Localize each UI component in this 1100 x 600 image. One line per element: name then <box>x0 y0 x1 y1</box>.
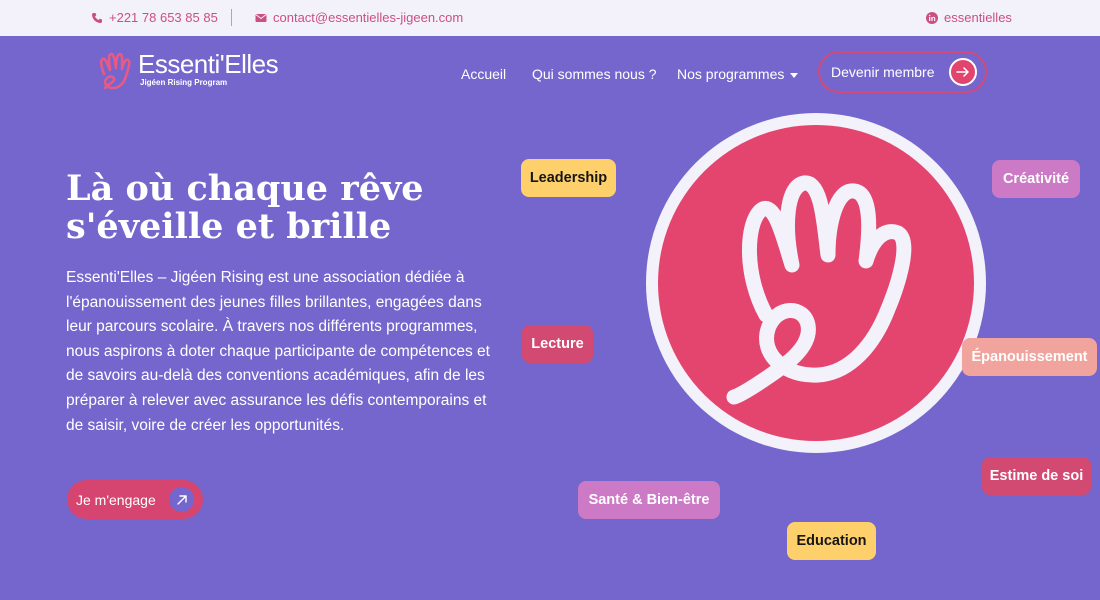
tag-lecture: Lecture <box>522 325 593 363</box>
tag-sante-bien-etre: Santé & Bien-être <box>578 481 720 519</box>
tag-education: Education <box>787 522 876 560</box>
hero-description: Essenti'Elles – Jigéen Rising est une as… <box>66 269 490 434</box>
phone-icon <box>92 12 102 23</box>
brand-logo[interactable]: Essenti'Elles Jigéen Rising Program <box>98 49 279 92</box>
brand-name: Essenti'Elles <box>138 49 279 79</box>
become-member-label: Devenir membre <box>831 64 935 80</box>
hero-title-line-2: s'éveille et brille <box>66 206 392 247</box>
nav-accueil[interactable]: Accueil <box>461 66 506 82</box>
tag-creativite: Créativité <box>992 160 1080 198</box>
email-contact[interactable]: contact@essentielles-jigeen.com <box>255 10 463 25</box>
hand-logo-icon <box>99 52 131 90</box>
engage-button[interactable]: Je m'engage <box>67 480 203 519</box>
linkedin-link[interactable]: essentielles <box>926 10 1012 25</box>
hand-emblem-icon <box>726 175 912 405</box>
nav-programmes-label: Nos programmes <box>677 66 785 82</box>
phone-number: +221 78 653 85 85 <box>109 10 218 25</box>
tag-leadership: Leadership <box>521 159 616 197</box>
envelope-icon <box>255 13 267 22</box>
email-address: contact@essentielles-jigeen.com <box>273 10 464 25</box>
linkedin-handle: essentielles <box>944 10 1012 25</box>
become-member-button[interactable]: Devenir membre <box>818 51 987 93</box>
topbar-divider <box>231 9 232 26</box>
engage-label: Je m'engage <box>76 491 156 508</box>
hero-emblem <box>646 113 986 453</box>
contact-topbar: +221 78 653 85 85 contact@essentielles-j… <box>0 0 1100 36</box>
hero-title: Là où chaque rêve s'éveille et brille <box>66 170 486 246</box>
tag-epanouissement: Épanouissement <box>962 338 1097 376</box>
phone-contact[interactable]: +221 78 653 85 85 <box>91 10 218 25</box>
arrow-up-right-icon <box>169 487 194 512</box>
brand-tagline: Jigéen Rising Program <box>140 78 228 87</box>
arrow-right-icon <box>949 58 977 86</box>
tag-estime-de-soi: Estime de soi <box>982 457 1091 495</box>
hero-title-line-1: Là où chaque rêve <box>66 168 424 209</box>
nav-nos-programmes[interactable]: Nos programmes <box>677 66 799 82</box>
nav-qui-sommes-nous[interactable]: Qui sommes nous ? <box>532 66 657 82</box>
caret-down-icon <box>790 72 799 78</box>
linkedin-icon <box>926 11 938 24</box>
